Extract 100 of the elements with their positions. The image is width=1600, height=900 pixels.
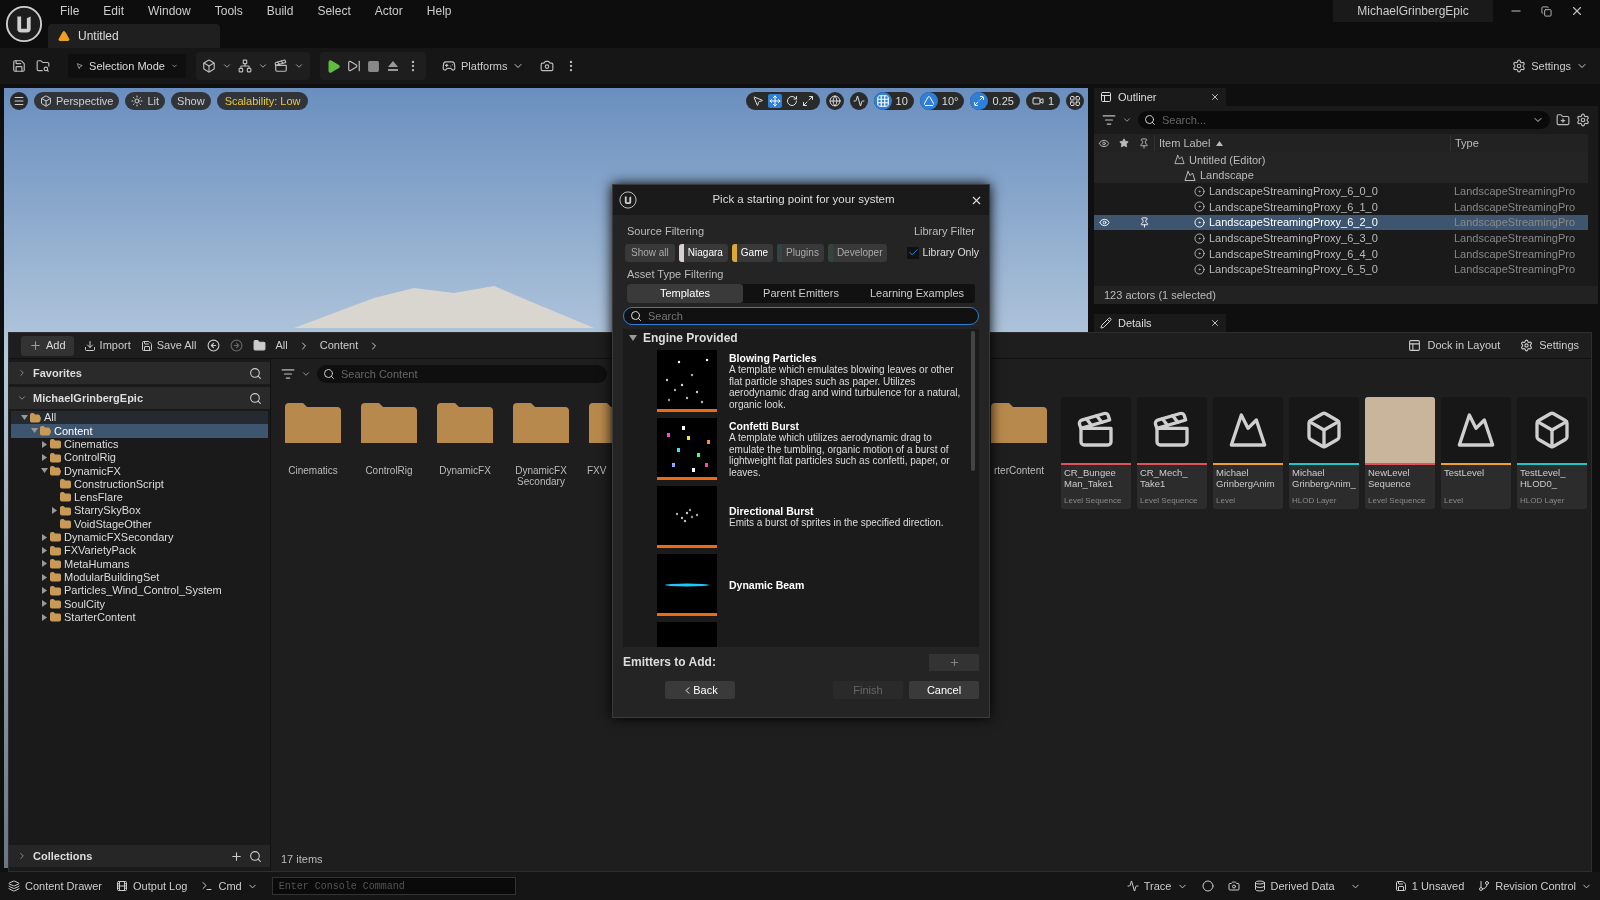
search-field[interactable]: Search... xyxy=(1138,111,1550,129)
folder-tree-item[interactable]: ConstructionScript xyxy=(11,477,268,491)
source-filter[interactable]: Niagara xyxy=(678,243,728,262)
folder-tree-item[interactable]: DynamicFX xyxy=(11,464,268,478)
record-icon[interactable] xyxy=(1201,880,1214,892)
folder-tree-item[interactable]: DynamicFXSecondary xyxy=(11,530,268,544)
move-icon[interactable] xyxy=(767,94,782,108)
menu-item[interactable]: Edit xyxy=(91,2,137,20)
import-button[interactable]: Import xyxy=(83,337,131,354)
breadcrumb-link[interactable]: Content xyxy=(319,337,359,354)
save-all-button[interactable]: Save All xyxy=(140,337,197,354)
viewport-button[interactable]: Perspective xyxy=(34,92,120,110)
folder-tree-item[interactable]: ModularBuildingSet xyxy=(11,570,268,584)
panel-tab[interactable]: Outliner xyxy=(1094,88,1226,106)
expand-arrow-icon[interactable] xyxy=(40,467,48,475)
viewport-button[interactable]: Lit xyxy=(125,92,166,110)
menu-item[interactable]: Select xyxy=(305,2,363,20)
filter-tab[interactable]: Learning Examples xyxy=(859,284,975,303)
filter-tab[interactable]: Parent Emitters xyxy=(743,284,859,303)
step-icon[interactable] xyxy=(347,59,361,73)
document-tab[interactable]: Untitled xyxy=(48,24,220,48)
rotate-icon[interactable] xyxy=(785,95,798,107)
search-field[interactable]: Search xyxy=(623,307,979,325)
template-item[interactable]: Confetti Burst A template which utilizes aerodynamic drag to emulate the tumbling, organic motion of a burst of lightweight flat particles such as confetti, paper, or leaves. xyxy=(623,415,971,483)
expand-arrow-icon[interactable] xyxy=(50,507,58,515)
pin-icon[interactable] xyxy=(1138,217,1150,229)
scalability-button[interactable]: Scalability: Low xyxy=(216,92,309,110)
cmd-dropdown[interactable]: Cmd xyxy=(201,877,258,895)
expand-arrow-icon[interactable] xyxy=(30,427,38,435)
scrollbar-thumb[interactable] xyxy=(971,331,975,471)
surface-snap-icon[interactable] xyxy=(849,92,868,110)
save-icon[interactable] xyxy=(12,59,26,73)
add-icon[interactable] xyxy=(230,849,243,863)
folder-tree-item[interactable]: StarrySkyBox xyxy=(11,504,268,518)
source-filter[interactable]: Game xyxy=(731,243,774,262)
asset-tile[interactable]: NewLevel Sequence Level Sequence xyxy=(1365,397,1435,509)
library-checkbox[interactable]: Library Only xyxy=(907,244,979,261)
blueprint-icon[interactable] xyxy=(238,59,252,73)
folder-tree-item[interactable]: Content xyxy=(11,424,268,438)
asset-tile[interactable]: TestLevel Level xyxy=(1441,397,1511,509)
close-icon[interactable] xyxy=(1210,318,1220,328)
new-folder-icon[interactable] xyxy=(1556,113,1570,127)
layout-icon[interactable] xyxy=(1066,92,1084,110)
folder-tree-item[interactable]: Particles_Wind_Control_System xyxy=(11,583,268,598)
globe-icon[interactable] xyxy=(825,92,844,110)
settings-button[interactable]: Settings xyxy=(1512,57,1588,75)
outliner-row[interactable]: LandscapeStreamingProxy_6_5_0 LandscapeStreamingPro xyxy=(1094,261,1588,278)
breadcrumb-link[interactable]: All xyxy=(275,337,288,354)
select-icon[interactable] xyxy=(751,95,764,107)
filter-tab[interactable]: Templates xyxy=(627,284,743,303)
eject-icon[interactable] xyxy=(386,59,400,73)
template-item[interactable]: Dynamic Beam xyxy=(623,551,971,619)
folder-tree-item[interactable]: StarterContent xyxy=(11,610,268,624)
derived-data-button[interactable]: Derived Data xyxy=(1253,877,1361,895)
menu-item[interactable]: Actor xyxy=(362,2,415,20)
folder-tree-item[interactable]: SoulCity xyxy=(11,597,268,611)
outliner-row[interactable]: LandscapeStreamingProxy_6_4_0 LandscapeStreamingPro xyxy=(1094,246,1588,262)
restore-icon[interactable] xyxy=(1541,5,1552,17)
caret-icon[interactable] xyxy=(301,369,311,379)
asset-tile[interactable]: Michael GrinbergAnim_ HLOD Layer xyxy=(1289,397,1359,509)
expand-arrow-icon[interactable] xyxy=(20,414,28,422)
camera-icon[interactable] xyxy=(540,59,555,73)
content-drawer-button[interactable]: Content Drawer xyxy=(8,877,103,895)
trace-button[interactable]: Trace xyxy=(1126,877,1188,895)
expand-arrow-icon[interactable] xyxy=(40,600,48,608)
source-filter[interactable]: Developer xyxy=(827,243,888,262)
expand-arrow-icon[interactable] xyxy=(40,547,48,555)
viewport-button[interactable]: Show xyxy=(171,92,211,110)
stop-icon[interactable] xyxy=(367,59,380,73)
expand-arrow-icon[interactable] xyxy=(40,560,48,568)
expand-arrow-icon[interactable] xyxy=(40,533,48,541)
caret-icon[interactable] xyxy=(222,61,232,71)
folder-tree-item[interactable]: LensFlare xyxy=(11,490,268,505)
expand-arrow-icon[interactable] xyxy=(40,573,48,581)
scale-icon[interactable] xyxy=(801,95,814,107)
search-icon[interactable] xyxy=(249,391,262,405)
close-icon[interactable] xyxy=(1570,4,1584,18)
menu-icon[interactable] xyxy=(10,92,28,110)
close-icon[interactable] xyxy=(1210,92,1220,102)
eye-icon[interactable] xyxy=(1098,217,1110,229)
outliner-row[interactable]: LandscapeStreamingProxy_6_1_0 LandscapeStreamingPro xyxy=(1094,199,1588,215)
caret-icon[interactable] xyxy=(258,61,268,71)
unsaved-button[interactable]: 1 Unsaved xyxy=(1394,877,1465,895)
outliner-row[interactable]: LandscapeStreamingProxy_6_0_0 LandscapeStreamingPro xyxy=(1094,183,1588,200)
template-item[interactable]: Blowing Particles A template which emulates blowing leaves or other flat particle shapes such as paper. Utilizes aerodynamic drag and wind turbulence for a natural, organic look. xyxy=(623,347,971,415)
filter-icon[interactable] xyxy=(281,367,295,381)
asset-tile[interactable]: CR_Mech_ Take1 Level Sequence xyxy=(1137,397,1207,509)
mode-dropdown[interactable]: Selection Mode xyxy=(68,54,186,78)
panel-tab[interactable]: Details xyxy=(1094,314,1226,332)
template-item[interactable]: Directional Burst Emits a burst of sprites in the specified direction. xyxy=(623,483,971,551)
camera-speed-button[interactable]: 1 xyxy=(1025,92,1060,110)
settings-icon[interactable] xyxy=(1576,113,1590,127)
asset-tile[interactable]: CR_Bungee Man_Take1 Level Sequence xyxy=(1061,397,1131,509)
column-header[interactable]: Item Label xyxy=(1154,134,1450,152)
screenshot-icon[interactable] xyxy=(1227,880,1240,892)
cinematics-icon[interactable] xyxy=(274,59,288,73)
forward-icon[interactable] xyxy=(229,339,243,352)
menu-item[interactable]: Window xyxy=(136,2,203,20)
folder-tree-item[interactable]: All xyxy=(11,411,268,425)
folder-tree-item[interactable]: MetaHumans xyxy=(11,557,268,571)
